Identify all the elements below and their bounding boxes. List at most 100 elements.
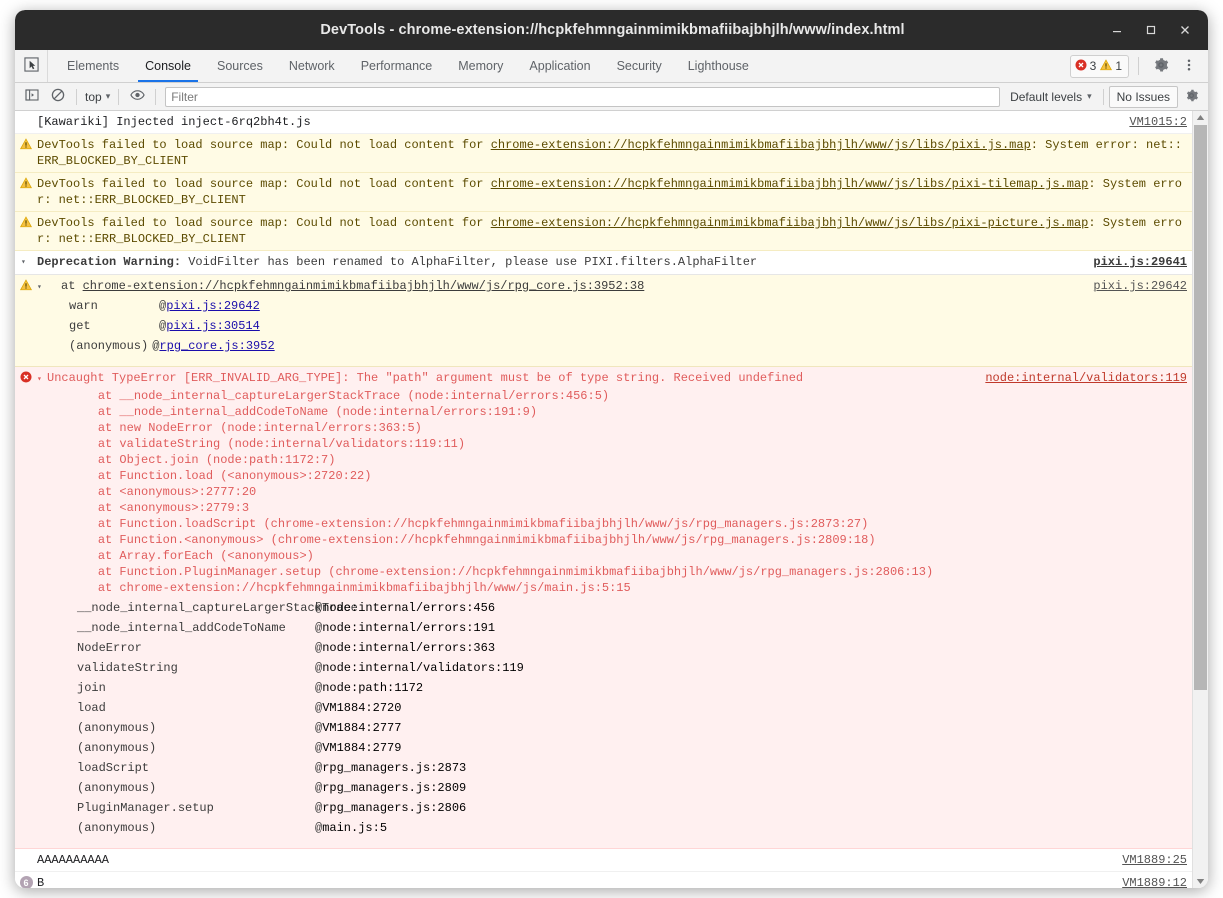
message-source-link[interactable]: node:internal/validators:119 <box>985 370 1187 386</box>
stack-frame-row[interactable]: join @ node:path:1172 <box>47 678 1185 698</box>
frame-source-link[interactable]: main.js:5 <box>322 820 387 836</box>
console-message-warning[interactable]: DevTools failed to load source map: Coul… <box>15 212 1193 251</box>
stack-frame-row[interactable]: PluginManager.setup @ rpg_managers.js:28… <box>47 798 1185 818</box>
more-options-button[interactable] <box>1176 53 1202 79</box>
message-source-link[interactable]: VM1889:12 <box>1122 875 1187 888</box>
stack-frame-row[interactable]: loadScript @ rpg_managers.js:2873 <box>47 758 1185 778</box>
frame-source-link[interactable]: node:internal/errors:456 <box>322 600 495 616</box>
frame-function-name: PluginManager.setup <box>77 801 214 815</box>
console-message-warning[interactable]: DevTools failed to load source map: Coul… <box>15 134 1193 173</box>
inspect-element-button[interactable] <box>15 50 48 82</box>
frame-at-label: @ <box>315 701 323 715</box>
filter-input[interactable] <box>165 86 1001 107</box>
warning-counter[interactable]: 1 <box>1100 58 1122 74</box>
stack-frame-row[interactable]: __node_internal_captureLargerStackTrace … <box>47 598 1185 618</box>
frame-source-link[interactable]: pixi.js:30514 <box>166 318 260 334</box>
stack-frame-row[interactable]: warn @ pixi.js:29642 <box>37 296 1185 316</box>
scroll-down-arrow-icon[interactable] <box>1193 875 1208 888</box>
source-map-url-link[interactable]: chrome-extension://hcpkfehmngainmimikbma… <box>491 216 1089 230</box>
clear-console-button[interactable] <box>45 86 71 108</box>
stack-frame-row[interactable]: (anonymous) @ rpg_managers.js:2809 <box>47 778 1185 798</box>
tab-security[interactable]: Security <box>604 50 675 82</box>
no-issues-button[interactable]: No Issues <box>1108 85 1178 108</box>
settings-button[interactable] <box>1148 53 1174 79</box>
console-message-deprecation-header[interactable]: ▾ Deprecation Warning: VoidFilter has be… <box>15 251 1193 275</box>
frame-source-link[interactable]: node:internal/validators:119 <box>322 660 524 676</box>
frame-function-name: warn <box>69 299 98 313</box>
error-circle-icon <box>1075 59 1087 74</box>
minimize-window-button[interactable] <box>1100 15 1134 45</box>
frame-url-link[interactable]: chrome-extension://hcpkfehmngainmimikbma… <box>83 279 645 293</box>
frame-source-link[interactable]: VM1884:2779 <box>322 740 401 756</box>
frame-source-link[interactable]: VM1884:2720 <box>322 700 401 716</box>
issue-counters[interactable]: 3 1 <box>1069 54 1129 78</box>
frame-source-link[interactable]: node:path:1172 <box>322 680 423 696</box>
log-levels-selector[interactable]: Default levels ▾ <box>1004 90 1098 104</box>
tab-performance[interactable]: Performance <box>348 50 446 82</box>
console-message-plain[interactable]: [Kawariki] Injected inject-6rq2bh4t.js V… <box>15 111 1193 134</box>
tab-console[interactable]: Console <box>132 50 204 82</box>
console-message-log[interactable]: AAAAAAAAAA VM1889:25 <box>15 849 1193 872</box>
live-expression-button[interactable] <box>124 86 150 108</box>
maximize-window-button[interactable] <box>1134 15 1168 45</box>
stack-frame-row[interactable]: get @ pixi.js:30514 <box>37 316 1185 336</box>
stack-frame-row[interactable]: (anonymous) @ VM1884:2779 <box>47 738 1185 758</box>
warning-triangle-icon <box>20 177 32 194</box>
frame-at-label: @ <box>315 621 323 635</box>
expand-caret-icon[interactable]: ▾ <box>37 280 47 296</box>
source-map-url-link[interactable]: chrome-extension://hcpkfehmngainmimikbma… <box>491 138 1031 152</box>
console-message-deprecation-frame[interactable]: ▾ at chrome-extension://hcpkfehmngainmimi… <box>15 275 1193 296</box>
deprecation-label: Deprecation Warning: <box>37 255 182 269</box>
frame-source-link[interactable]: pixi.js:29642 <box>166 298 260 314</box>
console-sidebar-button[interactable] <box>19 86 45 108</box>
console-scrollbar[interactable] <box>1192 111 1208 888</box>
message-text: B <box>37 876 45 888</box>
frame-source-link[interactable]: node:internal/errors:191 <box>322 620 495 636</box>
console-output[interactable]: [Kawariki] Injected inject-6rq2bh4t.js V… <box>15 111 1208 888</box>
console-sidebar-icon <box>25 88 39 105</box>
frame-source-link[interactable]: rpg_core.js:3952 <box>159 338 274 354</box>
stack-frame-row[interactable]: (anonymous) @ rpg_core.js:3952 <box>37 336 1185 356</box>
frame-source-link[interactable]: VM1884:2777 <box>322 720 401 736</box>
error-counter[interactable]: 3 <box>1075 59 1096 74</box>
message-source-link[interactable]: pixi.js:29641 <box>1093 254 1187 270</box>
frame-at-label: @ <box>315 661 323 675</box>
frame-source-link[interactable]: rpg_managers.js:2806 <box>322 800 466 816</box>
stack-frame-row[interactable]: validateString @ node:internal/validator… <box>47 658 1185 678</box>
console-message-error[interactable]: ▾ Uncaught TypeError [ERR_INVALID_ARG_TYP… <box>15 367 1193 388</box>
console-message-log-repeated[interactable]: 6 B VM1889:12 <box>15 872 1193 888</box>
scroll-up-arrow-icon[interactable] <box>1193 111 1208 124</box>
stack-frame-row[interactable]: __node_internal_addCodeToName @ node:int… <box>47 618 1185 638</box>
close-window-button[interactable] <box>1168 15 1202 45</box>
console-message-warning[interactable]: DevTools failed to load source map: Coul… <box>15 173 1193 212</box>
execution-context-selector[interactable]: top ▾ <box>82 90 113 104</box>
message-source-link[interactable]: VM1015:2 <box>1129 114 1187 130</box>
window-title: DevTools - chrome-extension://hcpkfehmng… <box>320 22 905 38</box>
scrollbar-thumb[interactable] <box>1194 125 1207 690</box>
tab-application[interactable]: Application <box>516 50 603 82</box>
more-vertical-icon <box>1182 58 1196 75</box>
message-gutter <box>15 296 37 356</box>
tab-label: Console <box>145 59 191 73</box>
frame-source-link[interactable]: rpg_managers.js:2873 <box>322 760 466 776</box>
stack-frame-row[interactable]: (anonymous) @ main.js:5 <box>47 818 1185 838</box>
tab-label: Network <box>288 59 335 73</box>
tab-sources[interactable]: Sources <box>204 50 276 82</box>
tab-elements[interactable]: Elements <box>54 50 132 82</box>
tab-label: Lighthouse <box>687 59 749 73</box>
console-settings-button[interactable] <box>1178 86 1204 108</box>
frame-source-link[interactable]: node:internal/errors:363 <box>322 640 495 656</box>
stack-frame-row[interactable]: NodeError @ node:internal/errors:363 <box>47 638 1185 658</box>
stack-line: at <anonymous>:2777:20 <box>69 485 257 499</box>
tab-network[interactable]: Network <box>276 50 348 82</box>
source-map-url-link[interactable]: chrome-extension://hcpkfehmngainmimikbma… <box>491 177 1089 191</box>
stack-frame-row[interactable]: load @ VM1884:2720 <box>47 698 1185 718</box>
tab-memory[interactable]: Memory <box>445 50 516 82</box>
message-source-link[interactable]: VM1889:25 <box>1122 852 1187 868</box>
tab-lighthouse[interactable]: Lighthouse <box>675 50 762 82</box>
message-source-link[interactable]: pixi.js:29642 <box>1093 278 1187 294</box>
frame-source-link[interactable]: rpg_managers.js:2809 <box>322 780 466 796</box>
expand-caret-icon[interactable]: ▾ <box>37 372 47 388</box>
expand-caret-icon[interactable]: ▾ <box>21 255 31 271</box>
stack-frame-row[interactable]: (anonymous) @ VM1884:2777 <box>47 718 1185 738</box>
